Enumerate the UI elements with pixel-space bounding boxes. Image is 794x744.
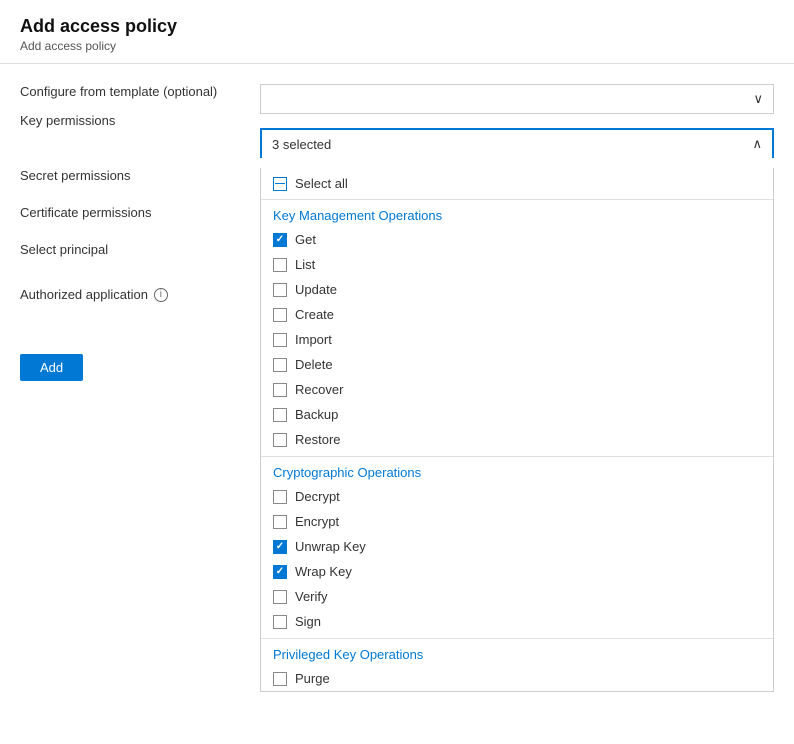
checkbox-unwrap-key: Unwrap Key [261,534,773,559]
decrypt-checkbox[interactable] [273,490,287,504]
wrap-key-checkbox[interactable] [273,565,287,579]
checkbox-sign: Sign [261,609,773,634]
unwrap-key-checkbox[interactable] [273,540,287,554]
key-permissions-value: 3 selected [272,137,331,152]
backup-checkbox[interactable] [273,408,287,422]
delete-checkbox[interactable] [273,358,287,372]
configure-chevron-down-icon: ∨ [753,91,763,107]
checkbox-restore: Restore [261,427,773,452]
checkbox-list: List [261,252,773,277]
select-principal-label: Select principal [20,242,240,257]
left-panel: Configure from template (optional) Key p… [20,84,240,692]
delete-label[interactable]: Delete [295,357,333,372]
checkbox-backup: Backup [261,402,773,427]
checkbox-delete: Delete [261,352,773,377]
purge-label[interactable]: Purge [295,671,330,686]
secret-permissions-label: Secret permissions [20,168,240,183]
section-key-management: Key Management Operations Get List Updat… [261,200,773,452]
certificate-permissions-row: Certificate permissions [20,205,240,220]
secret-permissions-row: Secret permissions [20,168,240,183]
list-checkbox[interactable] [273,258,287,272]
list-label[interactable]: List [295,257,315,272]
key-permissions-panel: Select all Key Management Operations Get… [260,168,774,692]
page-header: Add access policy Add access policy [0,0,794,64]
page-title: Add access policy [20,16,774,37]
authorized-app-label: Authorized application i [20,287,240,302]
decrypt-label[interactable]: Decrypt [295,489,340,504]
checkbox-wrap-key: Wrap Key [261,559,773,584]
select-principal-row: Select principal [20,242,240,257]
verify-checkbox[interactable] [273,590,287,604]
create-checkbox[interactable] [273,308,287,322]
update-checkbox[interactable] [273,283,287,297]
update-label[interactable]: Update [295,282,337,297]
section-privileged: Privileged Key Operations Purge [261,639,773,691]
recover-label[interactable]: Recover [295,382,343,397]
authorized-app-row: Authorized application i [20,287,240,302]
checkbox-verify: Verify [261,584,773,609]
recover-checkbox[interactable] [273,383,287,397]
import-checkbox[interactable] [273,333,287,347]
restore-label[interactable]: Restore [295,432,341,447]
select-all-row: Select all [261,168,773,200]
configure-template-field: ∨ [260,84,774,114]
checkbox-import: Import [261,327,773,352]
configure-template-label: Configure from template (optional) [20,84,240,99]
import-label[interactable]: Import [295,332,332,347]
certificate-permissions-label: Certificate permissions [20,205,240,220]
checkbox-get: Get [261,227,773,252]
checkbox-create: Create [261,302,773,327]
sign-label[interactable]: Sign [295,614,321,629]
authorized-app-info-icon[interactable]: i [154,288,168,302]
configure-template-dropdown[interactable]: ∨ [260,84,774,114]
add-button[interactable]: Add [20,354,83,381]
create-label[interactable]: Create [295,307,334,322]
purge-checkbox[interactable] [273,672,287,686]
checkbox-decrypt: Decrypt [261,484,773,509]
encrypt-checkbox[interactable] [273,515,287,529]
sign-checkbox[interactable] [273,615,287,629]
section-cryptographic: Cryptographic Operations Decrypt Encrypt… [261,457,773,634]
key-management-header: Key Management Operations [261,200,773,227]
checkbox-purge: Purge [261,666,773,691]
breadcrumb: Add access policy [20,39,774,53]
key-permissions-field: 3 selected ∧ Select all Key Management O… [260,128,774,692]
key-permissions-label: Key permissions [20,113,240,128]
privileged-header: Privileged Key Operations [261,639,773,666]
wrap-key-label[interactable]: Wrap Key [295,564,352,579]
backup-label[interactable]: Backup [295,407,338,422]
configure-template-row: Configure from template (optional) [20,84,240,99]
restore-checkbox[interactable] [273,433,287,447]
select-all-label[interactable]: Select all [295,176,348,191]
select-all-checkbox[interactable] [273,177,287,191]
cryptographic-header: Cryptographic Operations [261,457,773,484]
checkbox-update: Update [261,277,773,302]
key-permissions-chevron-up-icon: ∧ [752,136,762,152]
key-permissions-dropdown[interactable]: 3 selected ∧ [260,128,774,158]
verify-label[interactable]: Verify [295,589,328,604]
encrypt-label[interactable]: Encrypt [295,514,339,529]
get-label[interactable]: Get [295,232,316,247]
get-checkbox[interactable] [273,233,287,247]
key-permissions-row: Key permissions [20,113,240,128]
checkbox-encrypt: Encrypt [261,509,773,534]
checkbox-recover: Recover [261,377,773,402]
unwrap-key-label[interactable]: Unwrap Key [295,539,366,554]
right-panel: ∨ 3 selected ∧ Select all Key Management… [260,84,774,692]
